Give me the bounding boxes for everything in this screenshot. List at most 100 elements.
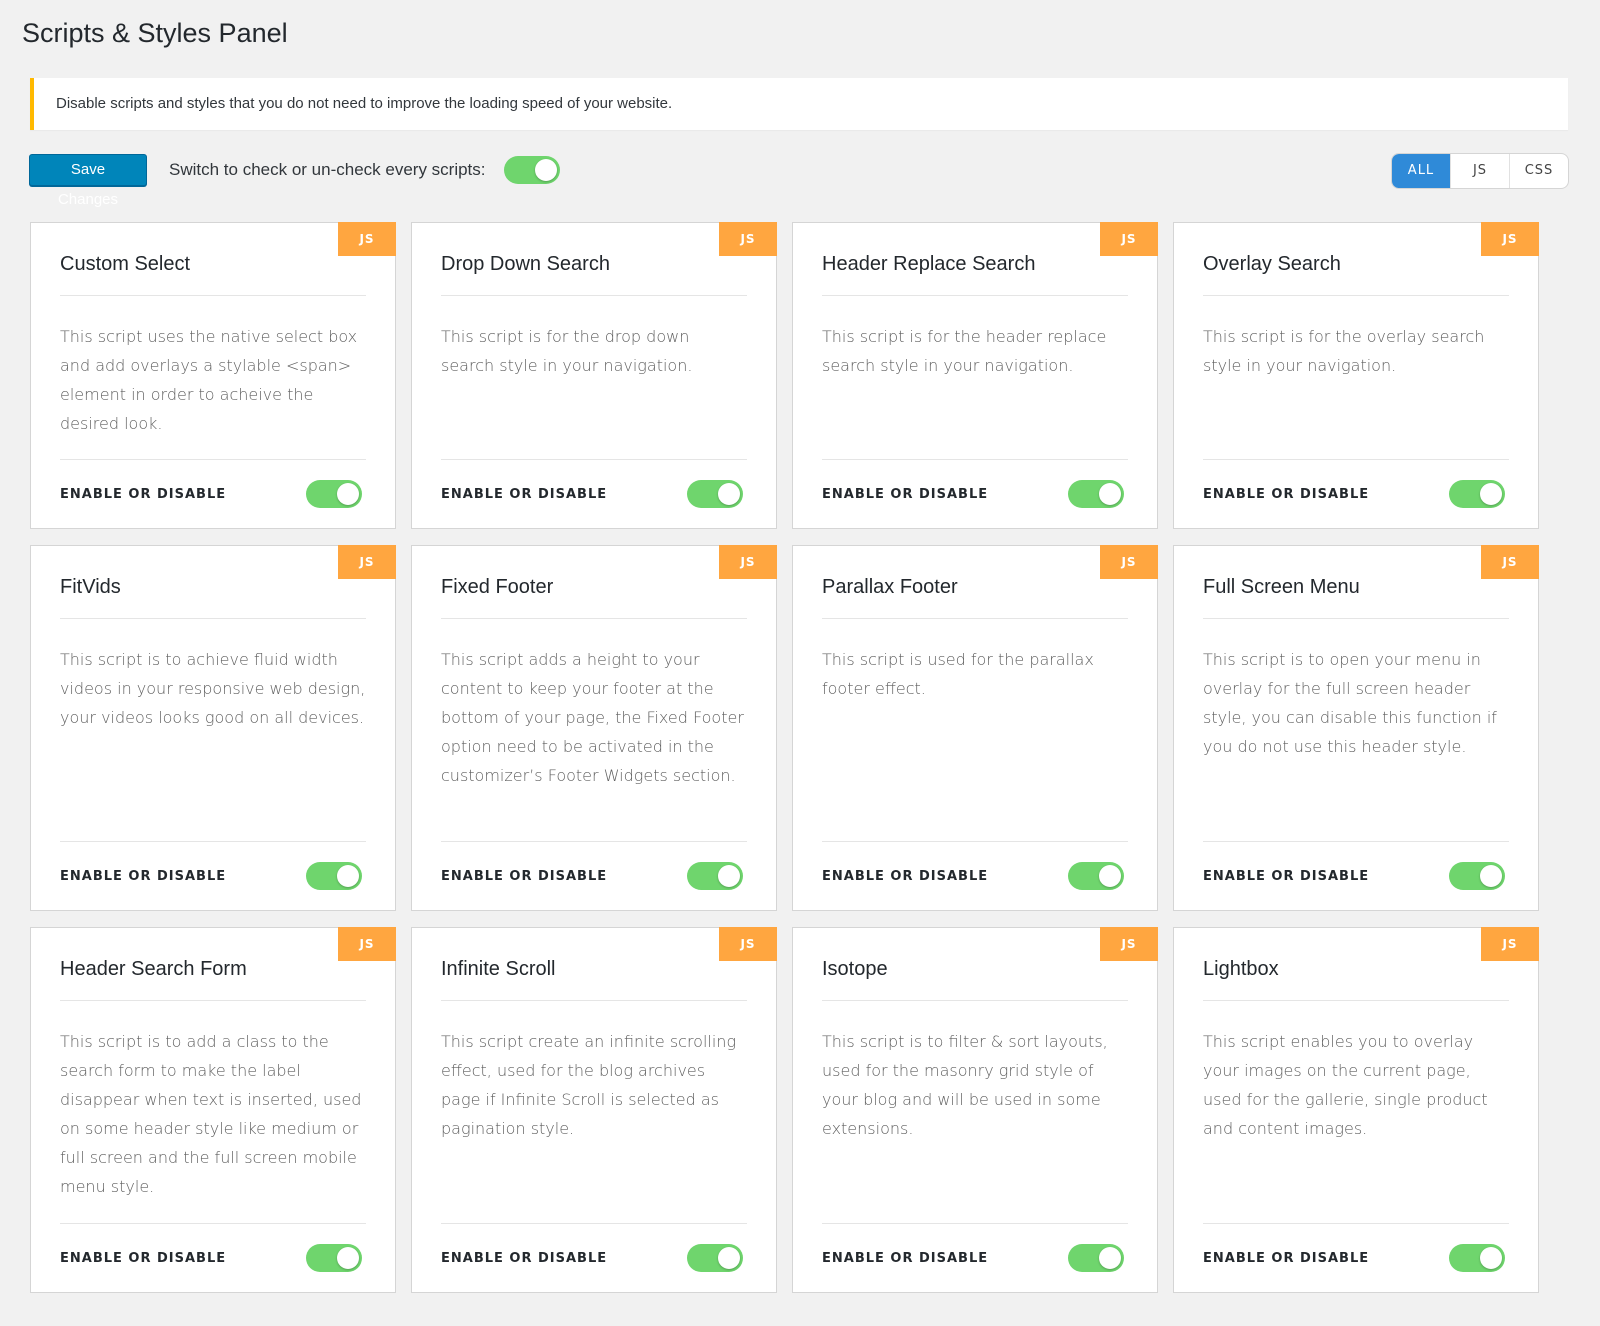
card-description: This script is to achieve fluid width vi…	[60, 650, 366, 727]
card-title: Isotope	[822, 928, 1128, 1001]
script-card-overlay-search: JS Overlay Search This script is for the…	[1173, 222, 1539, 529]
toggle-knob	[337, 1247, 359, 1269]
script-card-drop-down-search: JS Drop Down Search This script is for t…	[411, 222, 777, 529]
card-footer: ENABLE OR DISABLE	[1203, 841, 1509, 910]
js-badge: JS	[719, 222, 777, 256]
card-footer: ENABLE OR DISABLE	[60, 459, 366, 528]
js-badge: JS	[338, 222, 396, 256]
toggle-knob	[1099, 865, 1121, 887]
filter-all-button[interactable]: ALL	[1392, 154, 1450, 188]
js-badge: JS	[1100, 545, 1158, 579]
card-footer: ENABLE OR DISABLE	[822, 841, 1128, 910]
enable-toggle[interactable]	[306, 1244, 362, 1272]
card-description: This script is used for the parallax foo…	[822, 650, 1094, 698]
card-footer: ENABLE OR DISABLE	[441, 459, 747, 528]
toggle-knob	[1099, 483, 1121, 505]
card-footer: ENABLE OR DISABLE	[60, 841, 366, 910]
card-description: This script is for the header replace se…	[822, 327, 1107, 375]
toggle-knob	[337, 865, 359, 887]
enable-label: ENABLE OR DISABLE	[1203, 868, 1370, 884]
card-footer: ENABLE OR DISABLE	[822, 1223, 1128, 1292]
js-badge: JS	[1100, 927, 1158, 961]
js-badge: JS	[719, 927, 777, 961]
enable-label: ENABLE OR DISABLE	[822, 868, 989, 884]
scripts-grid: JS Custom Select This script uses the na…	[30, 222, 1570, 1293]
card-title: FitVids	[60, 546, 366, 619]
enable-toggle[interactable]	[1068, 862, 1124, 890]
js-badge: JS	[338, 927, 396, 961]
enable-toggle[interactable]	[306, 862, 362, 890]
card-footer: ENABLE OR DISABLE	[60, 1223, 366, 1292]
filter-js-button[interactable]: JS	[1450, 154, 1509, 188]
filter-css-button[interactable]: CSS	[1509, 154, 1568, 188]
info-notice: Disable scripts and styles that you do n…	[30, 78, 1568, 130]
master-toggle[interactable]	[504, 156, 560, 184]
filter-segmented-control: ALL JS CSS	[1391, 153, 1569, 189]
enable-label: ENABLE OR DISABLE	[822, 1250, 989, 1266]
card-title: Parallax Footer	[822, 546, 1128, 619]
card-title: Header Search Form	[60, 928, 366, 1001]
enable-toggle[interactable]	[687, 862, 743, 890]
js-badge: JS	[1481, 927, 1539, 961]
toggle-knob	[1099, 1247, 1121, 1269]
page-title: Scripts & Styles Panel	[22, 18, 288, 48]
enable-toggle[interactable]	[306, 480, 362, 508]
enable-label: ENABLE OR DISABLE	[441, 1250, 608, 1266]
enable-label: ENABLE OR DISABLE	[60, 1250, 227, 1266]
save-changes-button[interactable]: Save Changes	[29, 154, 147, 208]
script-card-full-screen-menu: JS Full Screen Menu This script is to op…	[1173, 545, 1539, 911]
script-card-custom-select: JS Custom Select This script uses the na…	[30, 222, 396, 529]
enable-label: ENABLE OR DISABLE	[1203, 486, 1370, 502]
card-description: This script is to add a class to the sea…	[60, 1032, 362, 1196]
toggle-knob	[1480, 865, 1502, 887]
card-title: Full Screen Menu	[1203, 546, 1509, 619]
card-description: This script uses the native select box a…	[60, 327, 358, 433]
script-card-fitvids: JS FitVids This script is to achieve flu…	[30, 545, 396, 911]
card-description: This script enables you to overlay your …	[1203, 1032, 1488, 1138]
toggle-knob	[718, 865, 740, 887]
card-description: This script create an infinite scrolling…	[441, 1032, 737, 1138]
script-card-isotope: JS Isotope This script is to filter & so…	[792, 927, 1158, 1293]
js-badge: JS	[719, 545, 777, 579]
enable-toggle[interactable]	[1449, 480, 1505, 508]
toggle-knob	[1480, 483, 1502, 505]
script-card-infinite-scroll: JS Infinite Scroll This script create an…	[411, 927, 777, 1293]
card-footer: ENABLE OR DISABLE	[1203, 459, 1509, 528]
enable-label: ENABLE OR DISABLE	[822, 486, 989, 502]
master-switch-label: Switch to check or un-check every script…	[169, 160, 486, 179]
enable-label: ENABLE OR DISABLE	[60, 486, 227, 502]
card-description: This script is for the drop down search …	[441, 327, 693, 375]
card-description: This script is to open your menu in over…	[1203, 650, 1497, 756]
toggle-knob	[337, 483, 359, 505]
js-badge: JS	[1481, 545, 1539, 579]
enable-label: ENABLE OR DISABLE	[441, 486, 608, 502]
card-footer: ENABLE OR DISABLE	[822, 459, 1128, 528]
card-footer: ENABLE OR DISABLE	[1203, 1223, 1509, 1292]
toggle-knob	[535, 159, 557, 181]
enable-toggle[interactable]	[1449, 1244, 1505, 1272]
script-card-header-search-form: JS Header Search Form This script is to …	[30, 927, 396, 1293]
enable-label: ENABLE OR DISABLE	[441, 868, 608, 884]
js-badge: JS	[338, 545, 396, 579]
enable-label: ENABLE OR DISABLE	[60, 868, 227, 884]
enable-toggle[interactable]	[1449, 862, 1505, 890]
script-card-lightbox: JS Lightbox This script enables you to o…	[1173, 927, 1539, 1293]
card-description: This script is for the overlay search st…	[1203, 327, 1485, 375]
toggle-knob	[718, 1247, 740, 1269]
js-badge: JS	[1100, 222, 1158, 256]
enable-label: ENABLE OR DISABLE	[1203, 1250, 1370, 1266]
enable-toggle[interactable]	[1068, 480, 1124, 508]
enable-toggle[interactable]	[1068, 1244, 1124, 1272]
js-badge: JS	[1481, 222, 1539, 256]
script-card-parallax-footer: JS Parallax Footer This script is used f…	[792, 545, 1158, 911]
card-title: Custom Select	[60, 223, 366, 296]
card-title: Infinite Scroll	[441, 928, 747, 1001]
card-description: This script adds a height to your conten…	[441, 650, 744, 785]
enable-toggle[interactable]	[687, 1244, 743, 1272]
enable-toggle[interactable]	[687, 480, 743, 508]
toggle-knob	[718, 483, 740, 505]
script-card-fixed-footer: JS Fixed Footer This script adds a heigh…	[411, 545, 777, 911]
card-title: Overlay Search	[1203, 223, 1509, 296]
toggle-knob	[1480, 1247, 1502, 1269]
card-title: Lightbox	[1203, 928, 1509, 1001]
